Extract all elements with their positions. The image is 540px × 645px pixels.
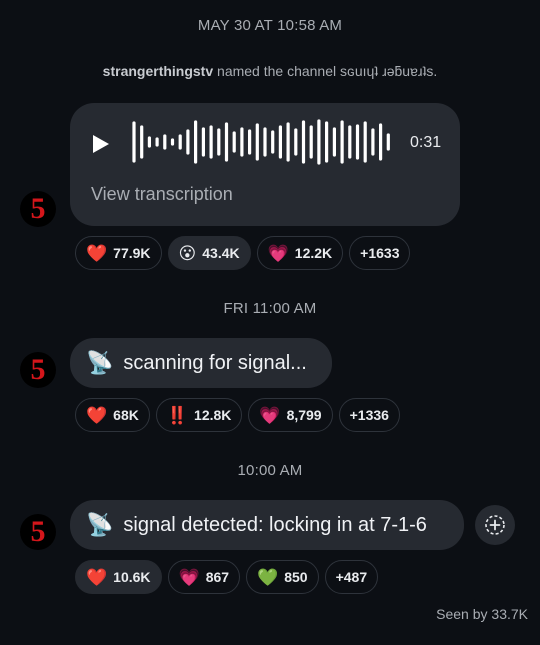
waveform[interactable] bbox=[130, 119, 392, 165]
system-message-user[interactable]: strangerthingstv bbox=[103, 63, 213, 79]
reaction-count: 10.6K bbox=[113, 569, 151, 585]
reaction-pill[interactable]: 😮 43.4K bbox=[167, 236, 251, 270]
double-exclamation-icon: ‼️ bbox=[166, 405, 189, 425]
avatar[interactable]: 5 bbox=[20, 191, 56, 227]
reaction-pill[interactable]: ❤️ 77.9K bbox=[75, 236, 162, 270]
reaction-count: 850 bbox=[284, 569, 308, 585]
message-bubble[interactable]: 📡 scanning for signal... bbox=[70, 338, 332, 388]
reaction-count: 43.4K bbox=[202, 245, 240, 261]
reactions-bar: ❤️ 10.6K 💗 867 💚 850 +487 bbox=[75, 560, 379, 594]
more-reactions-pill[interactable]: +487 bbox=[324, 560, 379, 594]
avatar-glyph: 5 bbox=[30, 353, 46, 386]
reactions-bar: ❤️ 77.9K 😮 43.4K 💗 12.2K +1633 bbox=[75, 236, 411, 270]
system-message-text: named the channel sɢuıɥʇ ɹǝƃuɐɹʇs. bbox=[213, 63, 438, 79]
heart-red-icon: ❤️ bbox=[86, 243, 108, 263]
avatar-glyph: 5 bbox=[30, 515, 46, 548]
more-reactions-pill[interactable]: +1633 bbox=[349, 236, 411, 270]
reaction-count: +1336 bbox=[349, 407, 389, 423]
reaction-count: 12.2K bbox=[294, 245, 333, 261]
reaction-pill[interactable]: 💗 8,799 bbox=[248, 398, 333, 432]
reaction-count: +487 bbox=[335, 569, 368, 585]
voice-duration: 0:31 bbox=[410, 134, 442, 151]
avatar[interactable]: 5 bbox=[20, 514, 56, 550]
reaction-count: +1633 bbox=[360, 245, 400, 261]
add-reaction-button[interactable] bbox=[475, 505, 515, 545]
more-reactions-pill[interactable]: +1336 bbox=[338, 398, 400, 432]
voice-message-bubble[interactable]: 0:31 View transcription bbox=[70, 103, 460, 226]
avatar-glyph: 5 bbox=[30, 192, 46, 225]
reaction-count: 867 bbox=[205, 569, 230, 585]
heart-pink-icon: 💗 bbox=[259, 405, 281, 425]
timestamp: MAY 30 AT 10:58 AM bbox=[197, 17, 343, 34]
timestamp: 10:00 AM bbox=[237, 462, 303, 479]
satellite-antenna-icon: 📡 bbox=[86, 350, 114, 375]
reactions-bar: ❤️ 68K ‼️ 12.8K 💗 8,799 +1336 bbox=[75, 398, 400, 432]
reaction-pill[interactable]: 💗 12.2K bbox=[256, 236, 344, 270]
system-message: strangerthingstv named the channel sɢuıɥ… bbox=[0, 63, 540, 79]
reaction-count: 12.8K bbox=[194, 407, 232, 423]
reaction-count: 8,799 bbox=[286, 407, 322, 423]
reaction-pill[interactable]: 💚 850 bbox=[246, 560, 319, 594]
reaction-pill[interactable]: 💗 867 bbox=[167, 560, 241, 594]
message-text: signal detected: locking in at 7-1-6 bbox=[123, 513, 427, 536]
add-reaction-icon bbox=[485, 515, 505, 535]
reaction-pill[interactable]: ‼️ 12.8K bbox=[155, 398, 243, 432]
view-transcription-link[interactable]: View transcription bbox=[91, 184, 233, 205]
heart-pink-icon: 💗 bbox=[178, 567, 200, 587]
satellite-antenna-icon: 📡 bbox=[86, 512, 114, 537]
timestamp: FRI 11:00 AM bbox=[223, 300, 317, 317]
surprised-face-icon: 😮 bbox=[178, 243, 197, 263]
reaction-count: 68K bbox=[113, 407, 139, 423]
avatar[interactable]: 5 bbox=[20, 352, 56, 388]
reaction-count: 77.9K bbox=[113, 245, 151, 261]
heart-green-icon: 💚 bbox=[257, 567, 279, 587]
message-text: scanning for signal... bbox=[123, 351, 307, 374]
message-bubble[interactable]: 📡 signal detected: locking in at 7-1-6 bbox=[70, 500, 464, 550]
reaction-pill[interactable]: ❤️ 68K bbox=[75, 398, 150, 432]
reaction-pill[interactable]: ❤️ 10.6K bbox=[75, 560, 162, 594]
play-icon[interactable] bbox=[92, 134, 110, 154]
heart-red-icon: ❤️ bbox=[86, 405, 108, 425]
heart-red-icon: ❤️ bbox=[86, 567, 108, 587]
seen-by-count[interactable]: Seen by 33.7K bbox=[436, 606, 528, 622]
heart-pink-icon: 💗 bbox=[267, 243, 289, 263]
